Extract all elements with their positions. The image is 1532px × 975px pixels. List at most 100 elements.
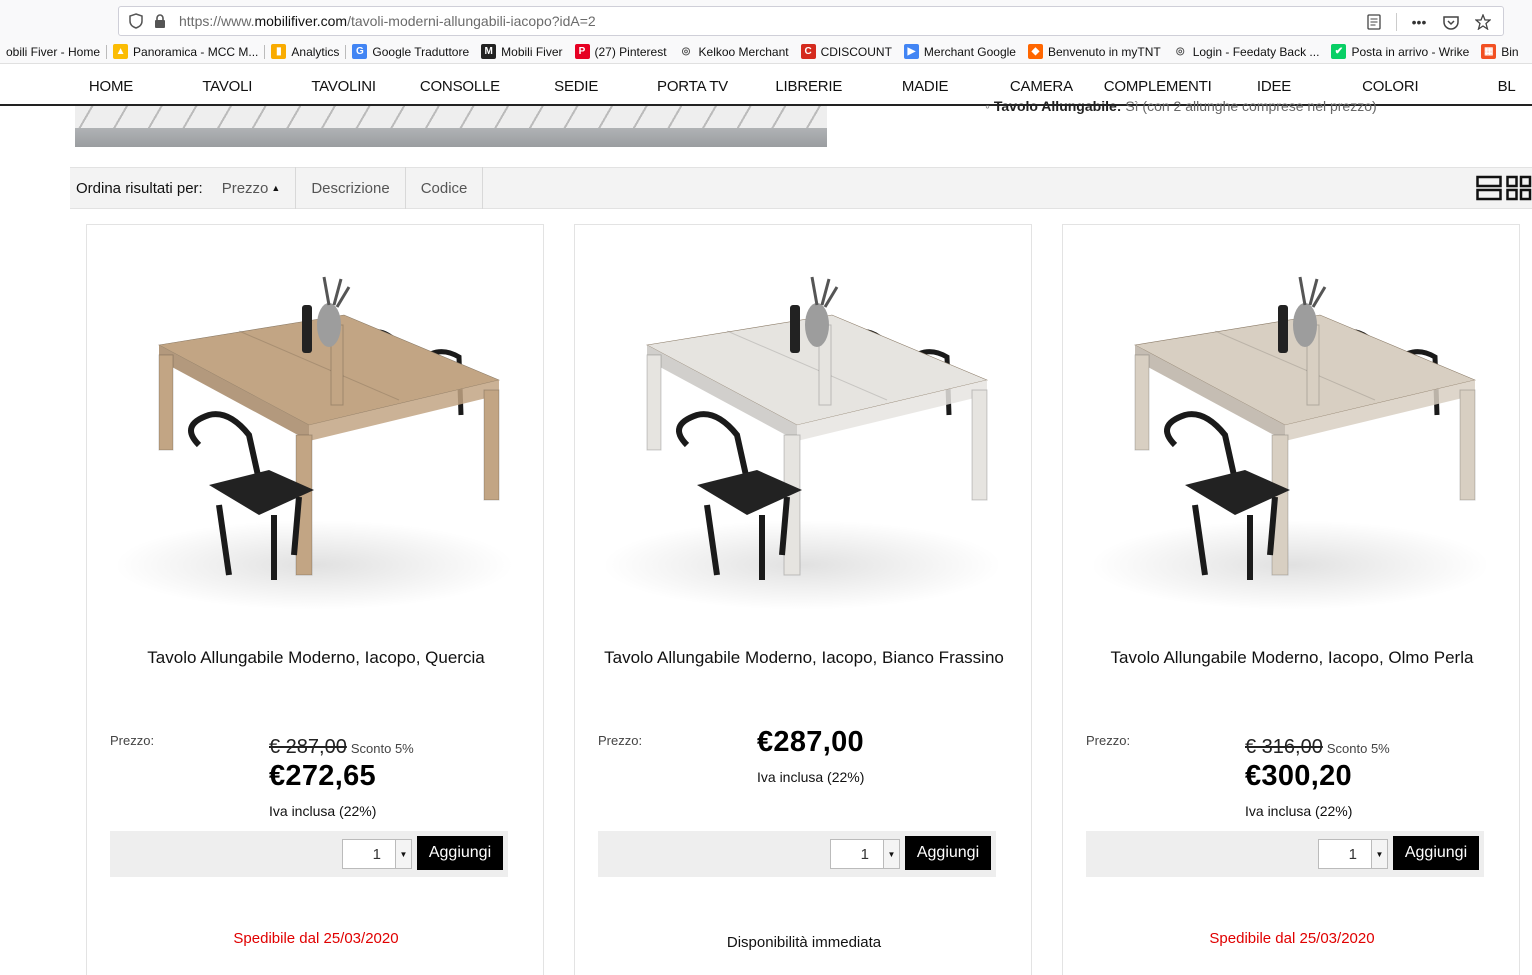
sort-label: Ordina risultati per: bbox=[76, 179, 203, 197]
list-view-icon[interactable] bbox=[1476, 174, 1502, 202]
product-title[interactable]: Tavolo Allungabile Moderno, Iacopo, Bian… bbox=[595, 647, 1013, 668]
address-bar[interactable]: https://www.mobilifiver.com/tavoli-moder… bbox=[118, 6, 1504, 36]
quantity-value: 1 bbox=[1348, 845, 1357, 863]
product-card: Tavolo Allungabile Moderno, Iacopo, Olmo… bbox=[1062, 224, 1520, 975]
bookmark-item[interactable]: ◎ Kelkoo Merchant bbox=[673, 44, 795, 59]
bookmark-item[interactable]: ◎ Login - Feedaty Back ... bbox=[1167, 44, 1326, 59]
bookmark-item[interactable]: ▲ Panoramica - MCC M... bbox=[107, 44, 264, 59]
analytics-icon: ▮ bbox=[271, 44, 287, 59]
sort-option-price[interactable]: Prezzo ▲ bbox=[206, 167, 297, 209]
nav-item-porta-tv[interactable]: PORTA TV bbox=[657, 78, 728, 95]
pocket-icon[interactable] bbox=[1441, 12, 1461, 32]
bookmark-label: (27) Pinterest bbox=[594, 44, 667, 59]
product-title[interactable]: Tavolo Allungabile Moderno, Iacopo, Quer… bbox=[107, 647, 525, 668]
vat-note: Iva inclusa (22%) bbox=[269, 803, 377, 819]
globe-icon: ◎ bbox=[681, 46, 691, 57]
bookmark-label: Google Traduttore bbox=[372, 44, 470, 59]
sort-ascending-icon: ▲ bbox=[271, 183, 281, 193]
add-to-cart-bar: 1 ▼ Aggiungi bbox=[1086, 831, 1484, 877]
availability-status: Disponibilità immediata bbox=[726, 934, 882, 951]
nav-item-madie[interactable]: MADIE bbox=[902, 78, 949, 95]
bookmark-item[interactable]: ◆ Benvenuto in myTNT bbox=[1022, 44, 1167, 59]
nav-item-camera[interactable]: CAMERA bbox=[1010, 78, 1073, 95]
lock-icon[interactable] bbox=[151, 12, 169, 30]
product-card: Tavolo Allungabile Moderno, Iacopo, Quer… bbox=[86, 224, 544, 975]
quantity-select[interactable]: 1 ▼ bbox=[1318, 839, 1388, 869]
bookmark-item[interactable]: C CDISCOUNT bbox=[795, 44, 898, 59]
microsoft-icon: ▦ bbox=[1481, 44, 1497, 59]
bookmark-label: Bin bbox=[1501, 44, 1519, 59]
product-image[interactable] bbox=[1085, 265, 1495, 625]
pinterest-icon: P bbox=[574, 44, 590, 59]
bookmark-item[interactable]: ▶ Merchant Google bbox=[898, 44, 1022, 59]
toolbar-divider bbox=[1396, 13, 1397, 31]
bookmark-label: Merchant Google bbox=[923, 44, 1016, 59]
bookmark-item[interactable]: P (27) Pinterest bbox=[569, 44, 673, 59]
category-banner-image bbox=[75, 106, 827, 147]
category-description-line: ◦ Tavolo Allungabile: Sì (con 2 allunghe… bbox=[985, 98, 1377, 114]
product-image[interactable] bbox=[109, 265, 519, 625]
discount-badge: Sconto 5% bbox=[350, 741, 414, 756]
nav-item-librerie[interactable]: LIBRERIE bbox=[775, 78, 842, 95]
product-price: €287,00 bbox=[757, 726, 864, 758]
add-to-cart-bar: 1 ▼ Aggiungi bbox=[110, 831, 508, 877]
nav-item-tavoli[interactable]: TAVOLI bbox=[202, 78, 252, 95]
bookmark-item[interactable]: ▮ Analytics bbox=[265, 44, 345, 59]
add-to-cart-button[interactable]: Aggiungi bbox=[1393, 836, 1479, 870]
mobilifiver-icon: M bbox=[481, 44, 497, 59]
sort-option-code[interactable]: Codice bbox=[406, 167, 484, 209]
tnt-icon: ◆ bbox=[1027, 44, 1043, 59]
bookmark-label: Kelkoo Merchant bbox=[698, 44, 789, 59]
product-title[interactable]: Tavolo Allungabile Moderno, Iacopo, Olmo… bbox=[1083, 647, 1501, 668]
nav-item-idee[interactable]: IDEE bbox=[1257, 78, 1291, 95]
bookmark-star-icon[interactable] bbox=[1473, 12, 1493, 32]
price-label: Prezzo: bbox=[1086, 733, 1131, 748]
nav-item-colori[interactable]: COLORI bbox=[1362, 78, 1419, 95]
product-price: €272,65 bbox=[269, 760, 376, 792]
nav-item-tavolini[interactable]: TAVOLINI bbox=[311, 78, 376, 95]
nav-item-sedie[interactable]: SEDIE bbox=[554, 78, 598, 95]
add-to-cart-button[interactable]: Aggiungi bbox=[905, 836, 991, 870]
nav-item-home[interactable]: HOME bbox=[89, 78, 133, 95]
page-actions-icon[interactable]: ••• bbox=[1409, 12, 1429, 32]
bookmarks-toolbar: obili Fiver - Home ▲ Panoramica - MCC M...… bbox=[0, 40, 1532, 64]
nav-item-complementi[interactable]: COMPLEMENTI bbox=[1104, 78, 1212, 95]
vat-note: Iva inclusa (22%) bbox=[757, 769, 865, 785]
bookmark-item[interactable]: obili Fiver - Home bbox=[0, 45, 106, 59]
bookmark-label: Login - Feedaty Back ... bbox=[1192, 44, 1320, 59]
merchant-icon: ▶ bbox=[903, 44, 919, 59]
chevron-down-icon[interactable]: ▼ bbox=[883, 840, 899, 868]
chevron-down-icon[interactable]: ▼ bbox=[1371, 840, 1387, 868]
availability-status: Spedibile dal 25/03/2020 bbox=[233, 930, 399, 947]
sort-bar: Ordina risultati per: Prezzo ▲ Descrizion… bbox=[70, 167, 1532, 209]
reader-view-icon[interactable] bbox=[1364, 12, 1384, 32]
url-text: https://www.mobilifiver.com/tavoli-moder… bbox=[179, 13, 596, 29]
nav-item-bl[interactable]: BL bbox=[1498, 78, 1516, 95]
google-ads-icon: ▲ bbox=[113, 44, 129, 59]
bookmark-label: Panoramica - MCC M... bbox=[133, 44, 259, 59]
chevron-down-icon[interactable]: ▼ bbox=[395, 840, 411, 868]
tracking-protection-icon[interactable] bbox=[127, 12, 145, 30]
price-label: Prezzo: bbox=[598, 733, 643, 748]
quantity-value: 1 bbox=[372, 845, 381, 863]
nav-item-consolle[interactable]: CONSOLLE bbox=[420, 78, 500, 95]
bookmark-item[interactable]: M Mobili Fiver bbox=[475, 44, 568, 59]
quantity-select[interactable]: 1 ▼ bbox=[342, 839, 412, 869]
bookmark-item[interactable]: ✔ Posta in arrivo - Wrike bbox=[1325, 44, 1475, 59]
vat-note: Iva inclusa (22%) bbox=[1245, 803, 1353, 819]
cdiscount-icon: C bbox=[800, 44, 816, 59]
add-to-cart-button[interactable]: Aggiungi bbox=[417, 836, 503, 870]
bookmark-item[interactable]: ▦ Bin bbox=[1475, 44, 1524, 59]
grid-view-icon[interactable] bbox=[1506, 174, 1532, 202]
discount-badge: Sconto 5% bbox=[1326, 741, 1390, 756]
old-price-row: € 287,00 Sconto 5% bbox=[269, 736, 414, 759]
availability-status: Spedibile dal 25/03/2020 bbox=[1209, 930, 1375, 947]
quantity-value: 1 bbox=[860, 845, 869, 863]
quantity-select[interactable]: 1 ▼ bbox=[830, 839, 900, 869]
sort-option-description[interactable]: Descrizione bbox=[296, 167, 406, 209]
bookmark-label: CDISCOUNT bbox=[820, 44, 892, 59]
product-image[interactable] bbox=[597, 265, 1007, 625]
bookmark-item[interactable]: G Google Traduttore bbox=[346, 44, 475, 59]
browser-toolbar: https://www.mobilifiver.com/tavoli-moder… bbox=[0, 0, 1532, 40]
bookmark-label: obili Fiver - Home bbox=[6, 44, 101, 59]
